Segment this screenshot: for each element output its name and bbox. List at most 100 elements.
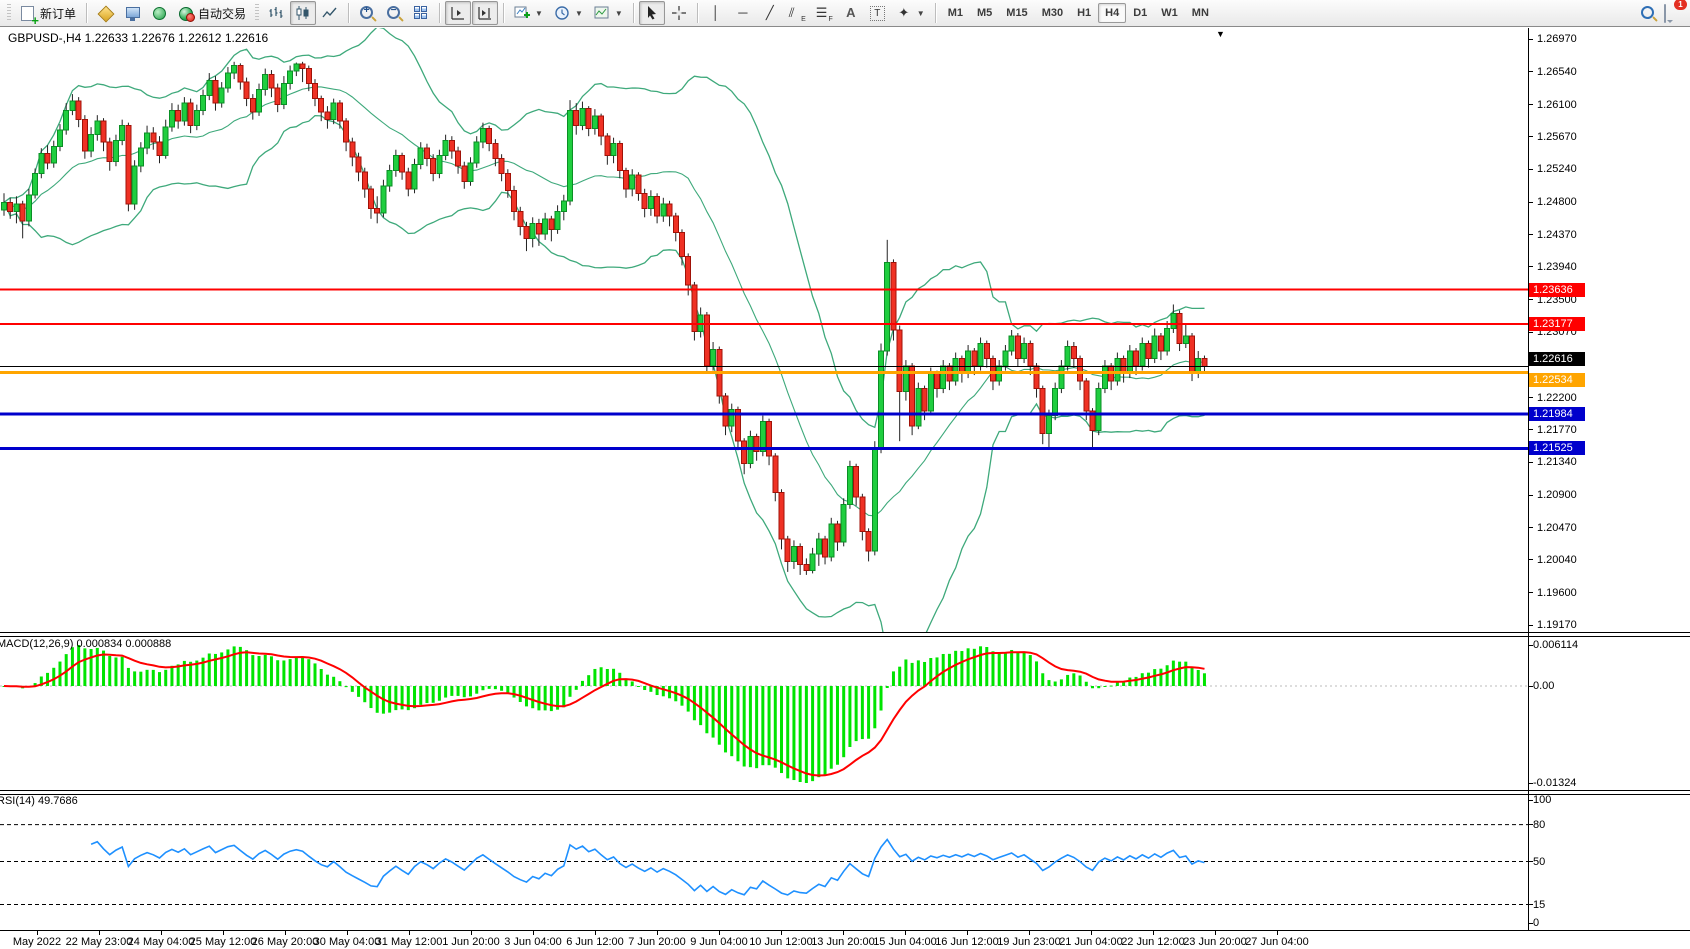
pane-separator[interactable] xyxy=(0,790,1690,795)
price-axis-tick xyxy=(1529,71,1533,72)
templates-button[interactable]: ▼ xyxy=(589,1,628,25)
toolbar-separator xyxy=(348,3,349,23)
auto-scroll-button[interactable] xyxy=(472,1,498,25)
price-axis-label: 1.20470 xyxy=(1537,522,1577,534)
market-watch-button[interactable] xyxy=(119,1,145,25)
candlestick-chart-icon xyxy=(295,5,311,21)
time-axis-label: 6 Jun 12:00 xyxy=(566,936,624,948)
macd-axis-label: -0.01324 xyxy=(1533,777,1576,789)
line-chart-button[interactable] xyxy=(317,1,343,25)
timeframe-button-D1[interactable]: D1 xyxy=(1126,3,1154,23)
tile-windows-icon xyxy=(413,5,429,21)
price-line-label: 1.23636 xyxy=(1529,283,1585,297)
vertical-line-tool[interactable]: │ xyxy=(703,1,729,25)
candlestick-chart-button[interactable] xyxy=(290,1,316,25)
price-axis-tick xyxy=(1529,332,1533,333)
navigator-button[interactable] xyxy=(146,1,172,25)
chat-icon[interactable]: 1 xyxy=(1664,5,1680,21)
vertical-line-icon: │ xyxy=(708,5,724,21)
autotrade-button[interactable]: 自动交易 xyxy=(173,1,251,25)
crosshair-tool-button[interactable] xyxy=(666,1,692,25)
bar-chart-button[interactable] xyxy=(263,1,289,25)
time-axis-tick xyxy=(471,931,472,935)
fibonacci-tool[interactable]: ☰F xyxy=(811,1,837,25)
time-axis-tick xyxy=(1153,931,1154,935)
tile-windows-button[interactable] xyxy=(408,1,434,25)
time-axis-label: 25 May 12:00 xyxy=(190,936,257,948)
timeframe-button-W1[interactable]: W1 xyxy=(1154,3,1185,23)
auto-scroll-icon xyxy=(477,5,493,21)
crosshair-icon xyxy=(671,5,687,21)
toolbar-grip xyxy=(255,4,259,22)
autotrade-icon xyxy=(178,5,194,21)
time-axis-tick xyxy=(1215,931,1216,935)
time-axis-label: 31 May 12:00 xyxy=(376,936,443,948)
time-axis-tick xyxy=(37,931,38,935)
timeframe-button-M30[interactable]: M30 xyxy=(1035,3,1070,23)
price-axis-label: 1.25240 xyxy=(1537,163,1577,175)
time-axis-tick xyxy=(1277,931,1278,935)
toolbar-separator xyxy=(935,3,936,23)
dropdown-caret-icon: ▼ xyxy=(917,9,925,18)
new-order-button[interactable]: 新订单 xyxy=(15,1,81,25)
rsi-pane[interactable] xyxy=(0,793,1690,930)
time-axis-tick xyxy=(595,931,596,935)
rsi-axis-label: 15 xyxy=(1533,899,1545,911)
new-order-icon xyxy=(20,5,36,21)
macd-pane[interactable] xyxy=(0,635,1690,790)
price-axis-label: 1.25670 xyxy=(1537,131,1577,143)
pane-separator[interactable] xyxy=(0,632,1690,637)
channel-tool[interactable]: ⫽E xyxy=(784,1,810,25)
time-axis-label: 23 Jun 20:00 xyxy=(1183,936,1247,948)
time-axis-tick xyxy=(347,931,348,935)
timeframe-button-M15[interactable]: M15 xyxy=(999,3,1034,23)
time-axis-label: 15 Jun 04:00 xyxy=(873,936,937,948)
time-axis-tick xyxy=(905,931,906,935)
search-icon[interactable] xyxy=(1640,5,1656,21)
notification-badge: 1 xyxy=(1674,0,1687,10)
rsi-axis-label: 100 xyxy=(1533,794,1551,806)
price-axis-line xyxy=(1528,28,1529,930)
price-axis-label: 1.23940 xyxy=(1537,261,1577,273)
timeframe-button-MN[interactable]: MN xyxy=(1185,3,1216,23)
timeframe-button-M1[interactable]: M1 xyxy=(941,3,970,23)
horizontal-line-tool[interactable]: ─ xyxy=(730,1,756,25)
rsi-axis-label: 0 xyxy=(1533,917,1539,929)
autotrade-label: 自动交易 xyxy=(198,5,246,22)
periods-button[interactable]: ▼ xyxy=(549,1,588,25)
price-line-label: 1.21525 xyxy=(1529,441,1585,455)
zoom-in-button[interactable]: + xyxy=(354,1,380,25)
text-label-tool[interactable]: T xyxy=(865,1,890,25)
price-axis-label: 1.22200 xyxy=(1537,392,1577,404)
price-chart-pane[interactable] xyxy=(0,28,1690,632)
market-watch-icon xyxy=(124,5,140,21)
time-axis-label: 9 Jun 04:00 xyxy=(690,936,748,948)
timeframe-button-H1[interactable]: H1 xyxy=(1070,3,1098,23)
time-axis-tick xyxy=(967,931,968,935)
cursor-tool-button[interactable] xyxy=(639,1,665,25)
chart-shift-marker[interactable]: ▼ xyxy=(1216,29,1225,39)
arrows-icon: ✦ xyxy=(896,5,912,21)
text-label-icon: T xyxy=(870,6,885,21)
timeframe-button-M5[interactable]: M5 xyxy=(970,3,999,23)
trendline-tool[interactable]: ╱ xyxy=(757,1,783,25)
add-indicator-button[interactable]: ▼ xyxy=(509,1,548,25)
zoom-in-icon: + xyxy=(359,5,375,21)
zoom-out-button[interactable]: − xyxy=(381,1,407,25)
profiles-button[interactable] xyxy=(92,1,118,25)
time-axis-tick xyxy=(533,931,534,935)
text-tool[interactable]: A xyxy=(838,1,864,25)
time-axis-label: 24 May 04:00 xyxy=(128,936,195,948)
time-axis-label: 10 Jun 12:00 xyxy=(749,936,813,948)
price-axis-label: 1.21770 xyxy=(1537,424,1577,436)
time-axis-label: 21 Jun 04:00 xyxy=(1059,936,1123,948)
rsi-axis-label: 50 xyxy=(1533,856,1545,868)
time-axis[interactable]: May 202222 May 23:0024 May 04:0025 May 1… xyxy=(0,930,1690,949)
time-axis-tick xyxy=(223,931,224,935)
arrows-tool[interactable]: ✦▼ xyxy=(891,1,930,25)
price-axis-label: 1.19600 xyxy=(1537,587,1577,599)
chart-shift-button[interactable] xyxy=(445,1,471,25)
time-axis-tick xyxy=(99,931,100,935)
price-line-label: 1.23177 xyxy=(1529,317,1585,331)
timeframe-button-H4[interactable]: H4 xyxy=(1098,3,1126,23)
